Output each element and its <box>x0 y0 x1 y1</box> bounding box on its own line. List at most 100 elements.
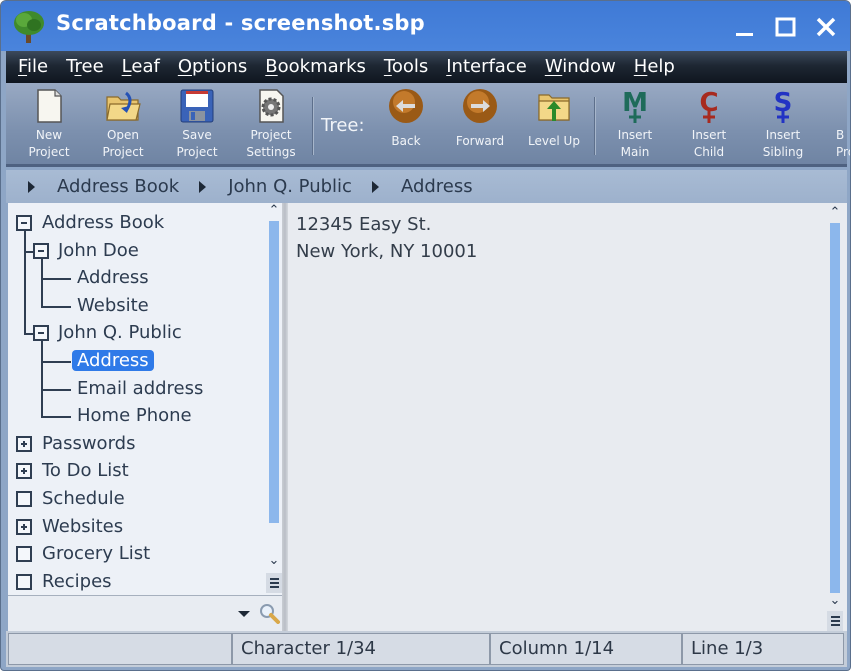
empty-node-icon[interactable] <box>16 573 32 590</box>
save-project-button[interactable]: Save Project <box>162 87 232 163</box>
tree-item[interactable]: Email address <box>77 376 203 402</box>
collapse-icon[interactable] <box>33 325 49 342</box>
project-settings-button[interactable]: Project Settings <box>236 87 306 163</box>
tree-item[interactable]: Address <box>72 348 154 374</box>
empty-node-icon[interactable] <box>16 491 32 507</box>
crumb-label[interactable]: Address Book <box>57 176 179 197</box>
breadcrumb-item[interactable]: Address Book <box>28 176 179 197</box>
grip-icon[interactable] <box>266 573 282 593</box>
search-dropdown-icon[interactable] <box>238 611 250 617</box>
editor-pane[interactable]: 12345 Easy St. New York, NY 10001 ⌃ ⌄ <box>288 203 847 631</box>
expand-icon[interactable] <box>16 518 32 535</box>
menu-bookmarks[interactable]: Bookmarks <box>259 53 372 81</box>
scroll-down-icon[interactable]: ⌄ <box>827 593 843 609</box>
b-project-button[interactable]: B Pro <box>822 87 850 163</box>
tree-item-label[interactable]: Website <box>77 295 149 316</box>
menu-interface[interactable]: Interface <box>440 53 533 81</box>
breadcrumb-item[interactable]: John Q. Public <box>199 176 352 197</box>
tree-item[interactable]: Home Phone <box>77 403 192 429</box>
tree-connector-line <box>24 231 26 334</box>
close-icon[interactable] <box>812 13 840 41</box>
menu-options[interactable]: Options <box>172 53 253 81</box>
forward-button[interactable]: Forward <box>445 87 515 163</box>
tree-item-label[interactable]: Address <box>72 350 154 371</box>
tree-item-label[interactable]: Address Book <box>42 212 164 233</box>
tree-item[interactable]: Schedule <box>42 486 125 512</box>
tree-search-input[interactable] <box>8 596 228 630</box>
tree-item[interactable]: John Doe <box>58 238 139 264</box>
tree-item[interactable]: Address Book <box>42 210 164 236</box>
tree-item[interactable]: Websites <box>42 514 123 540</box>
status-bar: Character 1/34 Column 1/14 Line 1/3 <box>6 631 847 667</box>
scroll-up-icon[interactable]: ⌃ <box>266 203 282 219</box>
tree-item[interactable]: Website <box>77 293 149 319</box>
insert-sibling-icon: S <box>774 88 792 123</box>
tree-item[interactable]: To Do List <box>42 458 129 484</box>
new-project-button[interactable]: New Project <box>14 87 84 163</box>
crumb-label[interactable]: John Q. Public <box>228 176 352 197</box>
back-arrow-icon <box>389 89 423 123</box>
open-project-button[interactable]: Open Project <box>88 87 158 163</box>
tree-connector-line <box>41 258 43 306</box>
scroll-thumb[interactable] <box>830 223 840 593</box>
back-button[interactable]: Back <box>371 87 441 163</box>
title-bar[interactable]: Scratchboard - screenshot.sbp <box>1 1 850 51</box>
crumb-label[interactable]: Address <box>401 176 473 197</box>
tree-item-label[interactable]: Home Phone <box>77 405 192 426</box>
tree-item[interactable]: Recipes <box>42 569 112 595</box>
tree-toolbar-label: Tree: <box>321 115 365 136</box>
tree-item-label[interactable]: John Q. Public <box>58 322 182 343</box>
insert-main-button[interactable]: M Insert Main <box>600 87 670 163</box>
tree-item-label[interactable]: To Do List <box>42 460 129 481</box>
breadcrumb: Address Book John Q. Public Address <box>6 170 847 203</box>
crumb-arrow-icon[interactable] <box>28 180 35 193</box>
editor-scrollbar[interactable]: ⌃ ⌄ <box>826 203 844 631</box>
tree-item[interactable]: Grocery List <box>42 541 150 567</box>
level-up-folder-icon <box>538 94 570 121</box>
collapse-icon[interactable] <box>33 242 49 259</box>
tree-item-label[interactable]: Grocery List <box>42 543 150 564</box>
breadcrumb-item[interactable]: Address <box>371 176 473 197</box>
tree-item-label[interactable]: Email address <box>77 378 203 399</box>
menu-tools[interactable]: Tools <box>378 53 434 81</box>
menu-file[interactable]: File <box>12 53 54 81</box>
tree-item-label[interactable]: Passwords <box>42 433 135 454</box>
expand-icon[interactable] <box>16 463 32 480</box>
tree-item[interactable]: Passwords <box>42 431 135 457</box>
search-icon[interactable] <box>258 602 280 624</box>
insert-sibling-button[interactable]: S Insert Sibling <box>748 87 818 163</box>
scroll-thumb[interactable] <box>269 221 279 523</box>
expand-icon[interactable] <box>16 435 32 452</box>
maximize-icon[interactable] <box>772 13 800 41</box>
window-title: Scratchboard - screenshot.sbp <box>56 11 425 35</box>
tree-scrollbar[interactable]: ⌃ ⌄ <box>266 203 282 595</box>
tree-item-label[interactable]: Websites <box>42 516 123 537</box>
collapse-icon[interactable] <box>16 215 32 231</box>
button-label: Pro <box>836 145 850 159</box>
crumb-arrow-icon[interactable] <box>199 180 207 193</box>
scroll-down-icon[interactable]: ⌄ <box>266 553 282 569</box>
tree-item[interactable]: John Q. Public <box>58 320 182 346</box>
scroll-up-icon[interactable]: ⌃ <box>827 205 843 221</box>
status-line: Line 1/3 <box>682 633 844 665</box>
tree-item-label[interactable]: Schedule <box>42 488 125 509</box>
crumb-arrow-icon[interactable] <box>371 180 379 193</box>
tree-item-label[interactable]: Recipes <box>42 571 112 592</box>
minimize-icon[interactable] <box>731 13 759 41</box>
menu-tree[interactable]: Tree <box>60 53 110 81</box>
settings-gear-icon <box>259 89 284 123</box>
tree-item-label[interactable]: John Doe <box>58 240 139 261</box>
menu-window[interactable]: Window <box>539 53 622 81</box>
insert-child-button[interactable]: C Insert Child <box>674 87 744 163</box>
menu-leaf[interactable]: Leaf <box>116 53 166 81</box>
tree-item[interactable]: Address <box>77 265 149 291</box>
grip-icon[interactable] <box>827 611 843 631</box>
tree-search-bar[interactable] <box>8 595 282 631</box>
tree-item-label[interactable]: Address <box>77 267 149 288</box>
empty-node-icon[interactable] <box>16 546 32 563</box>
button-label: Sibling <box>762 145 804 159</box>
editor-text[interactable]: 12345 Easy St. New York, NY 10001 <box>296 211 477 265</box>
menu-help[interactable]: Help <box>628 53 681 81</box>
level-up-button[interactable]: Level Up <box>519 87 589 163</box>
status-character: Character 1/34 <box>232 633 490 665</box>
